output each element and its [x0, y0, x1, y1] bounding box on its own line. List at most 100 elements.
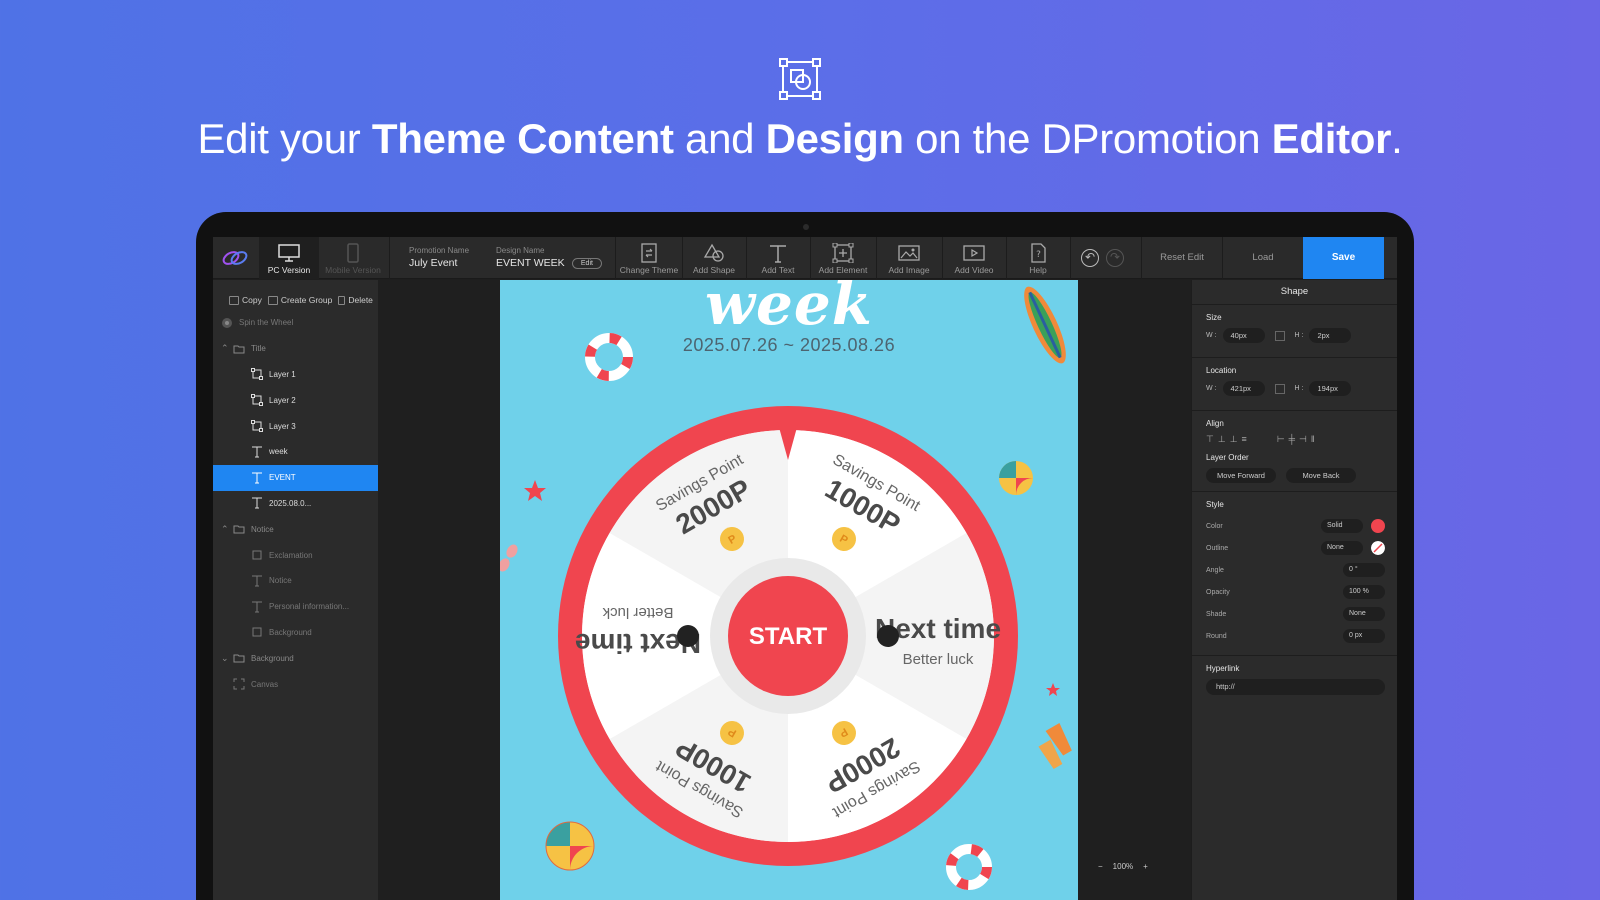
align-buttons: ⊤ ⊥ ⊥ ≡ ⊢ ╪ ⊣ ‖: [1206, 434, 1385, 445]
layer-item[interactable]: Background: [213, 620, 378, 646]
design-canvas[interactable]: START Savings Point 1000P P Better luck Next…: [500, 280, 1078, 900]
copy-button[interactable]: Copy: [229, 290, 262, 310]
size-w-label: W :: [1206, 332, 1217, 339]
chevron-up-icon[interactable]: ⌃: [221, 343, 231, 354]
layer-item[interactable]: week: [213, 439, 378, 465]
shade-select[interactable]: None: [1343, 607, 1385, 621]
layer-item[interactable]: 2025.08.0...: [213, 491, 378, 517]
round-select[interactable]: 0 px: [1343, 629, 1385, 643]
zoom-in-button[interactable]: +: [1143, 862, 1148, 871]
save-button[interactable]: Save: [1303, 237, 1384, 279]
add-element-button[interactable]: Add Element: [811, 237, 875, 279]
folder-icon: [267, 295, 278, 305]
bomb-icon: [677, 625, 699, 647]
create-group-button[interactable]: Create Group: [267, 290, 332, 310]
angle-select[interactable]: 0 °: [1343, 563, 1385, 577]
shape-layer-icon: [252, 627, 262, 637]
layer-order-buttons: Move Forward Move Back: [1206, 468, 1385, 483]
layer-group-notice[interactable]: ⌃ Notice: [213, 516, 378, 542]
beach-ball-icon: [999, 461, 1033, 495]
color-mode-select[interactable]: Solid: [1321, 519, 1363, 533]
outline-controls: None: [1321, 541, 1385, 555]
sunglasses-icon: [500, 544, 518, 572]
monitor-icon: [278, 244, 300, 262]
mobile-version-button[interactable]: Mobile Version: [323, 237, 383, 279]
lifebuoy-icon: [946, 844, 992, 890]
add-text-button[interactable]: Add Text: [747, 237, 809, 279]
layer-item[interactable]: Layer 3: [213, 413, 378, 439]
delete-button[interactable]: Delete: [338, 290, 373, 310]
design-name-value: EVENT WEEK: [496, 257, 565, 269]
editor-screen: PC Version Mobile Version Promotion Name…: [213, 237, 1397, 900]
dpromotion-logo-icon[interactable]: [221, 247, 249, 269]
folder-icon: [233, 525, 245, 534]
align-center-icon[interactable]: ╪: [1289, 434, 1295, 445]
mobile-icon: [347, 243, 359, 263]
outline-select[interactable]: None: [1321, 541, 1363, 555]
change-theme-button[interactable]: Change Theme: [617, 237, 681, 279]
hyperlink-input[interactable]: http://: [1206, 679, 1385, 695]
undo-icon[interactable]: ↶: [1081, 249, 1099, 267]
lock-ratio-icon[interactable]: [1274, 330, 1285, 341]
add-image-button[interactable]: Add Image: [877, 237, 941, 279]
layer-item[interactable]: Canvas: [213, 671, 378, 697]
shade-label: Shade: [1206, 610, 1227, 618]
layer-item[interactable]: Personal information...: [213, 594, 378, 620]
distribute-horizontal-icon[interactable]: ‖: [1311, 434, 1315, 445]
reset-edit-button[interactable]: Reset Edit: [1142, 237, 1222, 279]
align-left-icon[interactable]: ⊢: [1277, 434, 1285, 445]
layer-group-background[interactable]: ⌄ Background: [213, 645, 378, 671]
chevron-down-icon[interactable]: ⌄: [221, 653, 231, 664]
help-icon: ?: [1031, 243, 1046, 263]
toolbar-divider: [1070, 237, 1071, 279]
add-text-label: Add Text: [761, 265, 795, 275]
move-forward-button[interactable]: Move Forward: [1206, 468, 1276, 483]
help-button[interactable]: ? Help: [1007, 237, 1069, 279]
layer-item[interactable]: Layer 2: [213, 387, 378, 413]
lock-position-icon[interactable]: [1274, 383, 1285, 394]
size-width-input[interactable]: 40px: [1222, 328, 1265, 343]
zoom-out-button[interactable]: −: [1098, 862, 1103, 871]
align-bottom-icon[interactable]: ⊥: [1230, 434, 1238, 445]
layer-item-label: Layer 2: [269, 395, 296, 405]
design-dates[interactable]: 2025.07.26 ~ 2025.08.26: [500, 335, 1078, 356]
layer-item[interactable]: Exclamation: [213, 542, 378, 568]
layer-order-label: Layer Order: [1206, 453, 1249, 462]
size-height-input[interactable]: 2px: [1309, 328, 1352, 343]
align-top-icon[interactable]: ⊤: [1206, 434, 1214, 445]
layer-root[interactable]: Spin the Wheel: [213, 310, 378, 336]
align-right-icon[interactable]: ⊣: [1299, 434, 1307, 445]
location-y-input[interactable]: 194px: [1309, 381, 1352, 396]
add-video-button[interactable]: Add Video: [943, 237, 1005, 279]
layer-item-selected[interactable]: EVENT: [213, 464, 378, 491]
location-x-input[interactable]: 421px: [1222, 381, 1265, 396]
distribute-vertical-icon[interactable]: ≡: [1242, 434, 1247, 445]
shape-layer-icon: [251, 368, 263, 381]
move-back-button[interactable]: Move Back: [1286, 468, 1356, 483]
pc-version-button[interactable]: PC Version: [259, 237, 319, 279]
angle-row: Angle 0 °: [1206, 559, 1385, 581]
layer-root-label: Spin the Wheel: [239, 318, 294, 328]
load-button[interactable]: Load: [1223, 237, 1303, 279]
add-shape-button[interactable]: Add Shape: [683, 237, 745, 279]
outline-label: Outline: [1206, 544, 1229, 552]
editor-toolbar: PC Version Mobile Version Promotion Name…: [213, 237, 1397, 279]
design-heading-week[interactable]: week: [500, 280, 1078, 338]
color-swatch[interactable]: [1371, 519, 1385, 533]
start-button-label[interactable]: START: [749, 623, 828, 650]
edit-design-name-button[interactable]: Edit: [571, 258, 602, 269]
align-middle-icon[interactable]: ⊥: [1218, 434, 1226, 445]
redo-icon[interactable]: ↷: [1106, 249, 1124, 267]
opacity-select[interactable]: 100 %: [1343, 585, 1385, 599]
layer-group-title[interactable]: ⌃ Title: [213, 336, 378, 362]
laptop-frame: PC Version Mobile Version Promotion Name…: [196, 212, 1414, 900]
layer-item[interactable]: Layer 1: [213, 362, 378, 388]
change-theme-label: Change Theme: [619, 265, 679, 275]
pc-version-label: PC Version: [267, 265, 311, 275]
bomb-icon: [877, 625, 899, 647]
no-outline-swatch-icon[interactable]: [1371, 541, 1385, 555]
chevron-up-icon[interactable]: ⌃: [221, 524, 231, 535]
color-controls: Solid: [1321, 519, 1385, 533]
layer-item[interactable]: Notice: [213, 568, 378, 594]
layer-group-title-label: Title: [251, 344, 266, 354]
